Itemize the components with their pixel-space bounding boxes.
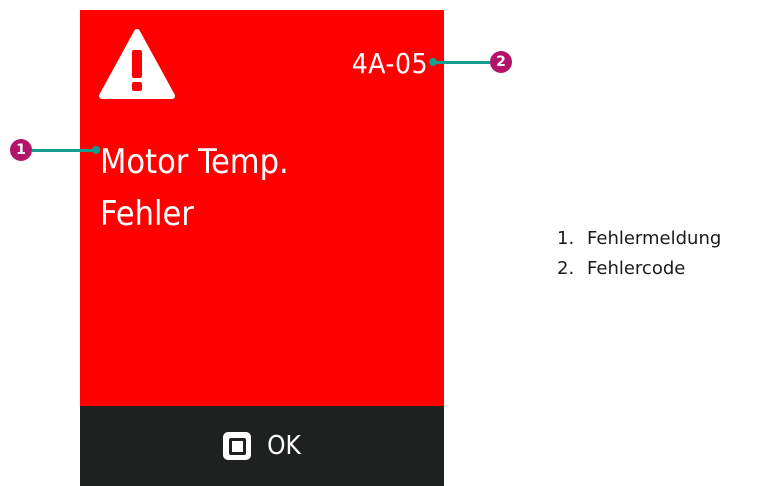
legend-item: 1. Fehlermeldung: [557, 224, 721, 254]
legend: 1. Fehlermeldung 2. Fehlercode: [557, 224, 721, 284]
legend-item-label: Fehlercode: [587, 258, 686, 279]
legend-item-number: 1.: [557, 228, 575, 249]
ok-button[interactable]: OK: [80, 406, 444, 486]
ok-label: OK: [267, 431, 301, 461]
callout-marker-1: 1: [10, 139, 32, 161]
legend-item: 2. Fehlercode: [557, 254, 721, 284]
legend-item-number: 2.: [557, 258, 575, 279]
warning-icon: [99, 29, 175, 99]
square-button-icon-inner: [228, 437, 246, 455]
error-message-line-1: Motor Temp.: [100, 142, 289, 182]
device-display: 4A-05 Motor Temp. Fehler OK: [80, 10, 444, 486]
callout-line-1: [32, 149, 94, 152]
callout-line-2: [434, 61, 490, 64]
callout-marker-2: 2: [490, 51, 512, 73]
square-button-icon: [223, 432, 252, 460]
error-message-line-2: Fehler: [100, 194, 194, 234]
error-code: 4A-05: [351, 47, 428, 80]
legend-item-label: Fehlermeldung: [587, 228, 722, 249]
callout-dot-1: [92, 146, 100, 154]
error-message: Motor Temp. Fehler: [100, 136, 420, 240]
